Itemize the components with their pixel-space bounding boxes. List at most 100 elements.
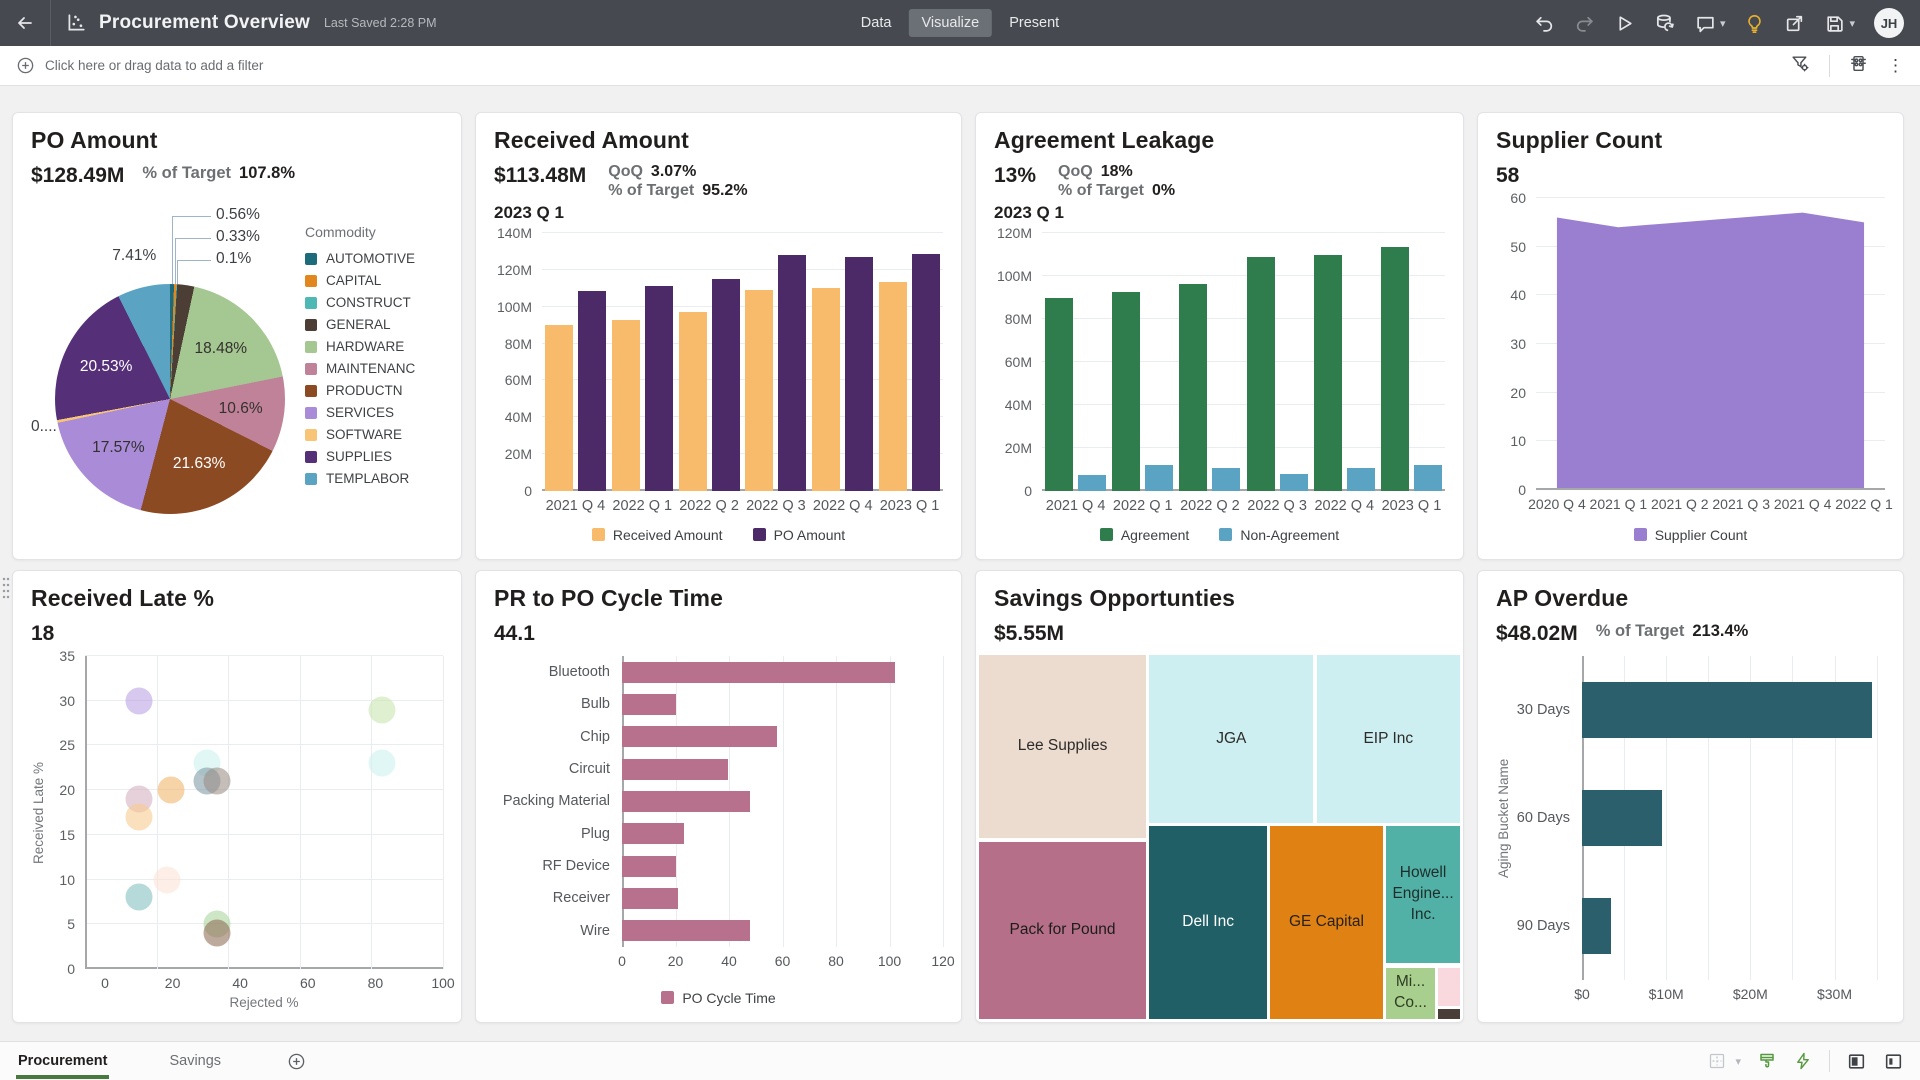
preview-play-button[interactable] [1614,13,1635,34]
card-received-late[interactable]: Received Late %18Received Late %05101520… [12,570,462,1023]
avatar[interactable]: JH [1874,8,1904,38]
chart-area[interactable]: 01020304050602020 Q 42021 Q 12021 Q 2202… [1496,198,1885,547]
bar[interactable] [622,726,777,747]
legend-item-automotive[interactable]: AUTOMOTIVE [305,251,443,266]
treemap-tile[interactable] [1437,967,1461,1007]
legend-item[interactable]: Non-Agreement [1219,527,1339,545]
bar-non-agreement[interactable] [1280,474,1308,491]
treemap-tile-pack-for-pound[interactable]: Pack for Pound [978,841,1147,1020]
treemap-tile-ge-capital[interactable]: GE Capital [1269,825,1383,1020]
card-ap-overdue[interactable]: AP Overdue$48.02M% of Target213.4%Aging … [1477,570,1904,1023]
legend-item-supplies[interactable]: SUPPLIES [305,449,443,464]
scatter-point[interactable] [157,777,184,804]
bar-received-amount[interactable] [812,288,840,491]
bar-agreement[interactable] [1045,298,1073,492]
brush-icon[interactable] [1757,1051,1777,1071]
undo-button[interactable] [1534,13,1555,34]
bar-po-amount[interactable] [912,254,940,491]
bar-po-amount[interactable] [845,257,873,491]
legend-item-capital[interactable]: CAPITAL [305,273,443,288]
bar[interactable] [622,791,750,812]
redo-button[interactable] [1574,13,1595,34]
back-button[interactable] [0,0,50,46]
scatter-point[interactable] [154,866,181,893]
bar-non-agreement[interactable] [1078,475,1106,491]
save-button[interactable]: ▾ [1824,13,1855,34]
bar[interactable] [622,759,728,780]
legend-item[interactable]: Agreement [1100,527,1189,545]
treemap-tile-jga[interactable]: JGA [1148,654,1314,824]
scatter-point[interactable] [125,687,152,714]
refresh-data-button[interactable] [1654,12,1676,34]
bar-received-amount[interactable] [745,290,773,491]
card-savings-opportunties[interactable]: Savings Opportunties$5.55MLee SuppliesJG… [975,570,1464,1023]
card-supplier-count[interactable]: Supplier Count5801020304050602020 Q 4202… [1477,112,1904,560]
tab-data[interactable]: Data [848,9,905,37]
bar-non-agreement[interactable] [1145,465,1173,491]
bar-non-agreement[interactable] [1347,468,1375,491]
grid-layout-icon[interactable] [1707,1051,1727,1071]
bar-non-agreement[interactable] [1414,465,1442,491]
comments-button[interactable]: ▾ [1695,13,1726,34]
bar-po-amount[interactable] [645,286,673,491]
row-resize-handle[interactable] [2,576,10,600]
card-pr-to-po-cycle-time[interactable]: PR to PO Cycle Time44.1BluetoothBulbChip… [475,570,962,1023]
bar-agreement[interactable] [1381,247,1409,491]
panel-right-icon[interactable] [1883,1051,1904,1072]
bar-received-amount[interactable] [612,320,640,491]
insights-lightbulb-button[interactable] [1744,13,1765,34]
bar-agreement[interactable] [1179,284,1207,491]
chart-hbar[interactable]: BluetoothBulbChipCircuitPacking Material… [494,656,943,1010]
bar[interactable] [622,662,895,683]
treemap-tile-howell[interactable]: Howell Engine... Inc. [1385,825,1461,963]
legend-item-templabor[interactable]: TEMPLABOR [305,471,443,486]
legend-item-software[interactable]: SOFTWARE [305,427,443,442]
treemap-tile-eip-inc[interactable]: EIP Inc [1316,654,1461,824]
canvas-tab-savings[interactable]: Savings [167,1044,223,1079]
scatter-point[interactable] [369,696,396,723]
layout-caret-icon[interactable]: ▾ [1735,1055,1741,1068]
add-filter-target[interactable]: Click here or drag data to add a filter [16,56,263,75]
canvas-properties-icon[interactable] [1848,53,1869,79]
scatter-point[interactable] [125,884,152,911]
bar-received-amount[interactable] [545,325,573,491]
chart-treemap[interactable]: Lee SuppliesJGAEIP IncPack for PoundDell… [978,654,1461,1020]
filter-settings-icon[interactable] [1790,53,1811,79]
treemap-tile[interactable] [1437,1008,1461,1020]
legend-item[interactable]: PO Cycle Time [661,990,775,1008]
treemap-tile-mi[interactable]: Mi... Co... [1385,967,1436,1020]
bar[interactable] [622,856,676,877]
legend-item-general[interactable]: GENERAL [305,317,443,332]
bar[interactable] [1582,898,1611,954]
treemap-tile-lee-supplies[interactable]: Lee Supplies [978,654,1147,839]
panel-left-icon[interactable] [1846,1051,1867,1072]
tab-visualize[interactable]: Visualize [908,9,992,37]
bar[interactable] [622,920,750,941]
scatter-point[interactable] [369,750,396,777]
bar[interactable] [1582,682,1872,738]
legend-item-maintenanc[interactable]: MAINTENANC [305,361,443,376]
legend-item-hardware[interactable]: HARDWARE [305,339,443,354]
chart-gbar[interactable]: 020M40M60M80M100M120M140M2021 Q 42022 Q … [494,233,943,547]
card-agreement-leakage[interactable]: Agreement Leakage13%QoQ18%% of Target0%2… [975,112,1464,560]
legend-item[interactable]: PO Amount [753,527,846,545]
bar-agreement[interactable] [1314,255,1342,492]
scatter-point[interactable] [125,803,152,830]
more-options-icon[interactable]: ⋮ [1887,57,1904,74]
canvas-tab-procurement[interactable]: Procurement [16,1044,109,1079]
bar[interactable] [622,888,678,909]
chart-pie[interactable]: 0.56%0.33%0.1%18.48%10.6%21.63%17.57%0..… [31,198,443,547]
tab-present[interactable]: Present [996,9,1072,37]
card-po-amount[interactable]: PO Amount$128.49M% of Target107.8%0.56%0… [12,112,462,560]
legend-item-services[interactable]: SERVICES [305,405,443,420]
bar-non-agreement[interactable] [1212,468,1240,491]
open-in-new-button[interactable] [1784,13,1805,34]
bar-po-amount[interactable] [712,279,740,491]
lightning-icon[interactable] [1793,1051,1813,1071]
chart-gbar[interactable]: 020M40M60M80M100M120M2021 Q 42022 Q 1202… [994,233,1445,547]
add-canvas-button[interactable] [287,1052,306,1071]
scatter-point[interactable] [204,768,231,795]
bar-po-amount[interactable] [578,291,606,491]
card-received-amount[interactable]: Received Amount$113.48MQoQ3.07%% of Targ… [475,112,962,560]
scatter-point[interactable] [204,920,231,947]
